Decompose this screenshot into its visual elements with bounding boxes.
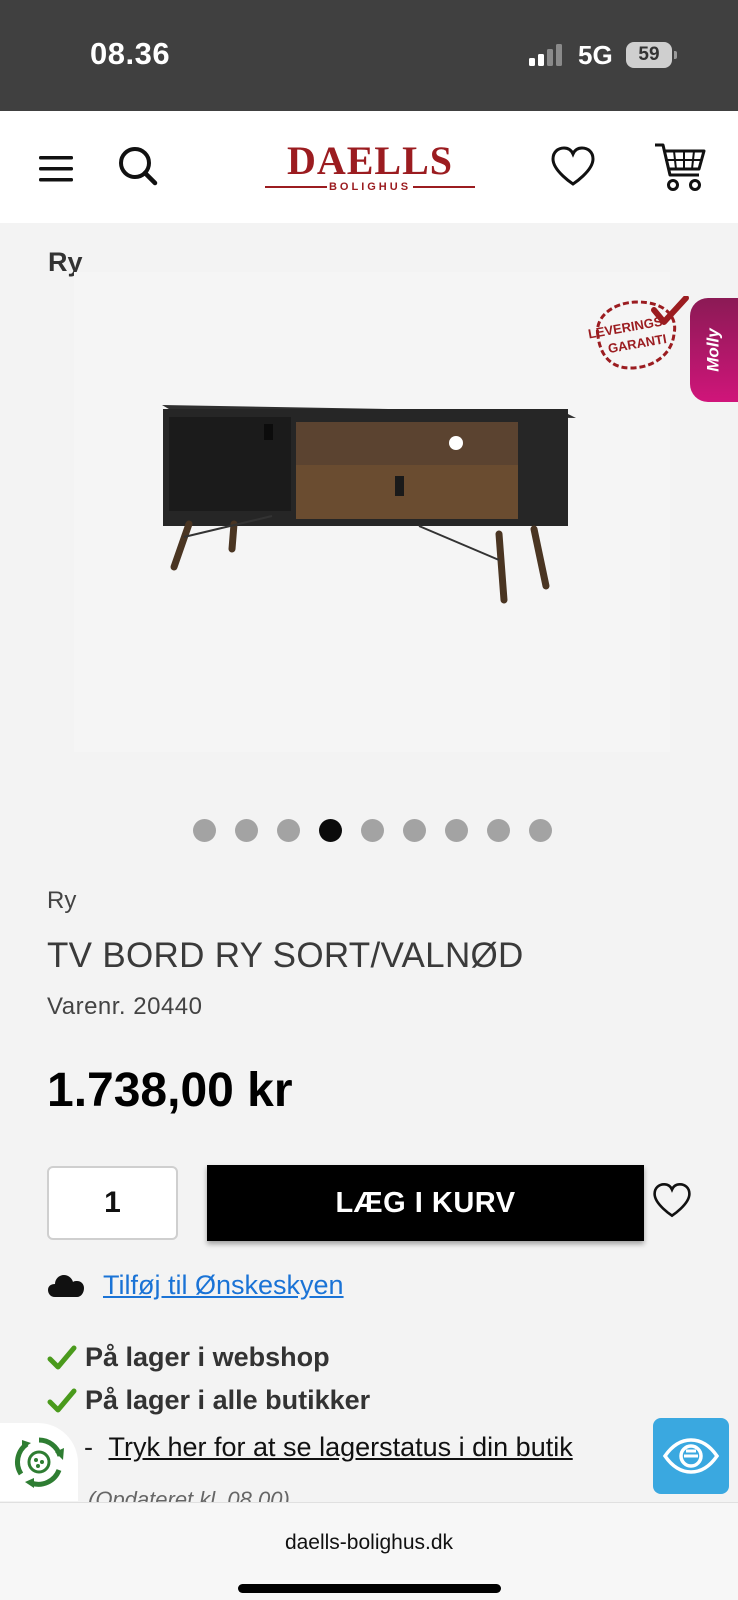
add-to-wishlist-link[interactable]: Tilføj til Ønskeskyen: [103, 1270, 344, 1301]
cart-button[interactable]: [652, 139, 708, 195]
search-icon: [119, 147, 158, 186]
store-stock-row: - Tryk her for at se lagerstatus i din b…: [84, 1432, 573, 1463]
menu-icon: [39, 156, 73, 182]
browser-url[interactable]: daells-bolighus.dk: [0, 1531, 738, 1555]
wishlist-cloud-row: Tilføj til Ønskeskyen: [47, 1270, 344, 1301]
cart-icon: [655, 143, 706, 191]
chat-assistant-tab[interactable]: Molly: [690, 298, 738, 402]
heart-icon: [551, 146, 595, 186]
menu-button[interactable]: [36, 149, 76, 189]
eye-icon: [662, 1438, 720, 1474]
recycle-badge[interactable]: [0, 1423, 78, 1501]
signal-icon: [529, 44, 562, 66]
battery-icon: 59: [626, 42, 677, 68]
carousel-dot-3[interactable]: [277, 819, 300, 842]
carousel-dot-7[interactable]: [445, 819, 468, 842]
battery-level: 59: [638, 44, 660, 65]
add-to-wishlist-button[interactable]: [652, 1181, 692, 1221]
check-icon: [47, 1388, 77, 1412]
carousel-dot-4[interactable]: [319, 819, 342, 842]
stock-webshop-label: På lager i webshop: [85, 1342, 330, 1372]
network-type: 5G: [578, 40, 613, 70]
stock-webshop: På lager i webshop: [47, 1342, 330, 1373]
logo-text: DAELLS: [286, 138, 454, 183]
wishlist-button[interactable]: [548, 141, 598, 191]
status-bar: 08.36 5G 59: [0, 0, 738, 111]
carousel-dot-1[interactable]: [193, 819, 216, 842]
carousel-dot-2[interactable]: [235, 819, 258, 842]
browser-address-bar[interactable]: daells-bolighus.dk: [0, 1502, 738, 1600]
product-price: 1.738,00 kr: [47, 1064, 293, 1117]
add-to-cart-button[interactable]: LÆG I KURV: [207, 1165, 644, 1241]
heart-icon: [653, 1183, 691, 1218]
product-brand[interactable]: Ry: [47, 887, 76, 915]
carousel-dot-6[interactable]: [403, 819, 426, 842]
product-title: TV BORD RY SORT/VALNØD: [47, 936, 524, 975]
quantity-input[interactable]: [47, 1166, 178, 1240]
carousel-dot-8[interactable]: [487, 819, 510, 842]
carousel-dot-5[interactable]: [361, 819, 384, 842]
cloud-icon: [48, 1274, 84, 1297]
home-indicator[interactable]: [238, 1584, 501, 1593]
carousel-dot-9[interactable]: [529, 819, 552, 842]
carousel-pagination: [193, 819, 552, 842]
site-header: DAELLS BOLIGHUS: [0, 111, 738, 223]
accessibility-button[interactable]: [653, 1418, 729, 1494]
stock-stores: På lager i alle butikker: [47, 1385, 370, 1416]
recycle-icon: [15, 1437, 64, 1488]
store-stock-prefix: -: [84, 1432, 93, 1462]
delivery-guarantee-badge[interactable]: LEVERINGS GARANTI: [576, 296, 692, 376]
store-stock-link[interactable]: Tryk her for at se lagerstatus i din but…: [109, 1432, 573, 1462]
product-sku: Varenr. 20440: [47, 993, 203, 1020]
stock-stores-label: På lager i alle butikker: [85, 1385, 371, 1415]
check-icon: [47, 1345, 77, 1369]
site-logo[interactable]: DAELLS BOLIGHUS: [265, 139, 475, 195]
search-button[interactable]: [114, 141, 162, 191]
chat-assistant-label: Molly: [703, 328, 723, 372]
status-time: 08.36: [90, 36, 171, 71]
